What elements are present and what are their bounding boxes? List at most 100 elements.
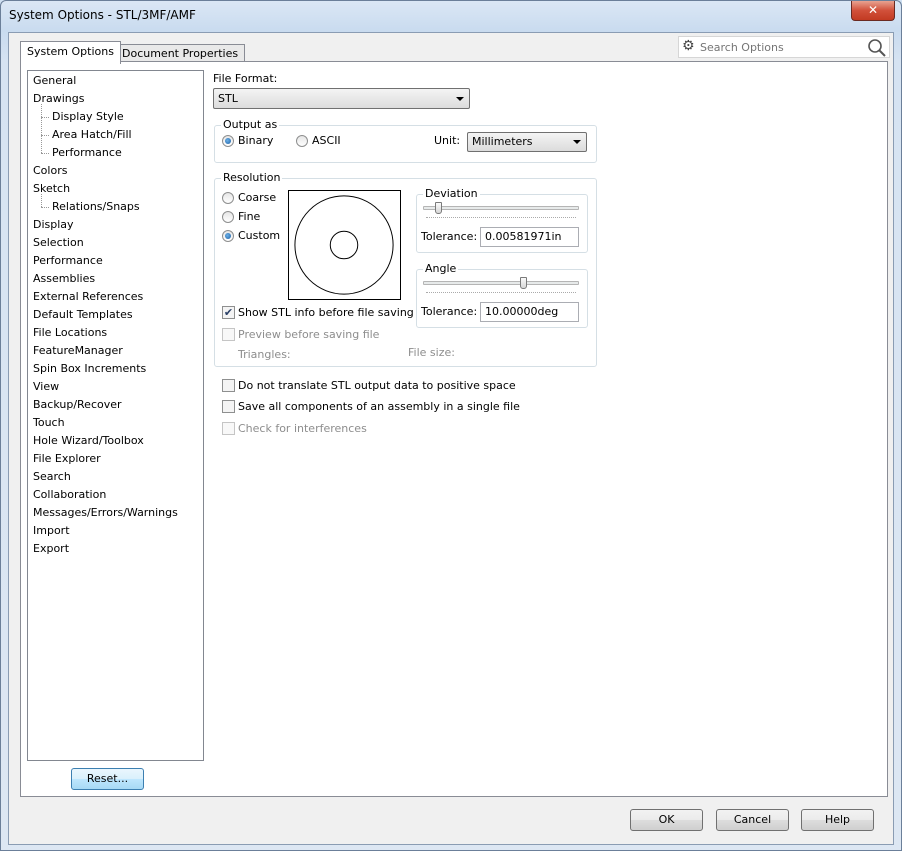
system-options-panel: General Drawings Display Style Area Hatch/F…: [20, 61, 888, 797]
tree-item-messages-errors-warnings[interactable]: Messages/Errors/Warnings: [33, 504, 178, 522]
save-all-components-checkbox[interactable]: [222, 400, 235, 413]
tree-item-view[interactable]: View: [33, 378, 59, 396]
tree-item-file-explorer[interactable]: File Explorer: [33, 450, 101, 468]
tree-item-export[interactable]: Export: [33, 540, 69, 558]
window-title: System Options - STL/3MF/AMF: [9, 8, 196, 22]
deviation-group: Deviation Tolerance: 0.00581971in: [416, 187, 588, 253]
search-input[interactable]: [698, 39, 863, 55]
tree-item-sketch[interactable]: Sketch: [33, 180, 70, 198]
deviation-slider-thumb[interactable]: [434, 202, 442, 214]
tree-connector: [41, 207, 49, 208]
coarse-label[interactable]: Coarse: [238, 191, 276, 204]
deviation-tolerance-input[interactable]: 0.00581971in: [480, 227, 579, 247]
tab-document-properties[interactable]: Document Properties: [115, 44, 246, 62]
preview-before-saving-label[interactable]: Preview before saving file: [238, 328, 379, 341]
tree-item-external-references[interactable]: External References: [33, 288, 143, 306]
help-button[interactable]: Help: [801, 809, 874, 831]
deviation-slider-ticks: [426, 217, 576, 220]
tree-item-file-locations[interactable]: File Locations: [33, 324, 107, 342]
tree-item-hole-wizard-toolbox[interactable]: Hole Wizard/Toolbox: [33, 432, 144, 450]
tree-item-area-hatch-fill[interactable]: Area Hatch/Fill: [52, 126, 132, 144]
no-translate-label[interactable]: Do not translate STL output data to posi…: [238, 379, 516, 392]
search-options-box[interactable]: ⚙: [678, 36, 890, 58]
binary-radio[interactable]: [222, 135, 234, 147]
tree-connector: [41, 153, 49, 154]
ok-button[interactable]: OK: [630, 809, 703, 831]
angle-slider-ticks: [426, 292, 576, 295]
magnifier-icon[interactable]: [867, 38, 887, 57]
system-options-window: System Options - STL/3MF/AMF ✕ System Op…: [0, 0, 902, 851]
tree-item-selection[interactable]: Selection: [33, 234, 84, 252]
gear-icon[interactable]: ⚙: [682, 38, 695, 54]
deviation-slider-track[interactable]: [423, 206, 579, 210]
cancel-button[interactable]: Cancel: [716, 809, 789, 831]
resolution-group: Resolution Coarse Fine Custom Deviation: [214, 171, 597, 367]
check-interferences-label[interactable]: Check for interferences: [238, 422, 367, 435]
tab-label: System Options: [27, 45, 114, 58]
stl-preview-image: [288, 190, 401, 300]
deviation-tolerance-label: Tolerance:: [421, 230, 478, 243]
angle-title: Angle: [423, 262, 459, 275]
chevron-down-icon: [573, 140, 581, 144]
angle-slider-thumb[interactable]: [519, 277, 527, 289]
file-format-label: File Format:: [213, 72, 278, 85]
binary-label[interactable]: Binary: [238, 134, 273, 147]
tree-item-relations-snaps[interactable]: Relations/Snaps: [52, 198, 140, 216]
options-tree[interactable]: General Drawings Display Style Area Hatch/F…: [27, 70, 204, 761]
fine-label[interactable]: Fine: [238, 210, 260, 223]
tree-item-backup-recover[interactable]: Backup/Recover: [33, 396, 122, 414]
tree-item-import[interactable]: Import: [33, 522, 70, 540]
no-translate-checkbox[interactable]: [222, 379, 235, 392]
tree-connector: [41, 135, 49, 136]
tree-item-search[interactable]: Search: [33, 468, 71, 486]
save-all-components-label[interactable]: Save all components of an assembly in a …: [238, 400, 520, 413]
checkmark-icon: ✔: [223, 306, 234, 319]
title-bar[interactable]: System Options - STL/3MF/AMF ✕: [1, 1, 901, 31]
deviation-title: Deviation: [423, 187, 480, 200]
tree-connector: [41, 117, 49, 118]
tree-item-general[interactable]: General: [33, 72, 76, 90]
tree-item-spin-box-increments[interactable]: Spin Box Increments: [33, 360, 146, 378]
tree-item-display[interactable]: Display: [33, 216, 74, 234]
file-size-label: File size:: [408, 346, 455, 359]
tree-item-performance[interactable]: Performance: [33, 252, 103, 270]
triangles-label: Triangles:: [238, 348, 291, 361]
tree-item-colors[interactable]: Colors: [33, 162, 67, 180]
show-stl-info-label[interactable]: Show STL info before file saving: [238, 306, 414, 319]
unit-dropdown[interactable]: Millimeters: [467, 132, 587, 152]
ascii-radio[interactable]: [296, 135, 308, 147]
custom-label[interactable]: Custom: [238, 229, 280, 242]
unit-label: Unit:: [434, 134, 461, 147]
tree-item-performance[interactable]: Performance: [52, 144, 122, 162]
tree-item-default-templates[interactable]: Default Templates: [33, 306, 133, 324]
tree-connector: [41, 194, 42, 207]
ascii-label[interactable]: ASCII: [312, 134, 341, 147]
close-button[interactable]: ✕: [851, 1, 895, 21]
angle-tolerance-input[interactable]: 10.00000deg: [480, 302, 579, 322]
angle-group: Angle Tolerance: 10.00000deg: [416, 262, 588, 328]
check-interferences-checkbox[interactable]: [222, 422, 235, 435]
chevron-down-icon: [456, 97, 464, 101]
preview-before-saving-checkbox[interactable]: [222, 328, 235, 341]
tree-item-assemblies[interactable]: Assemblies: [33, 270, 95, 288]
reset-button[interactable]: Reset...: [71, 768, 144, 790]
resolution-title: Resolution: [221, 171, 283, 184]
close-icon: ✕: [867, 3, 879, 17]
unit-value: Millimeters: [472, 135, 533, 148]
tree-item-featuremanager[interactable]: FeatureManager: [33, 342, 123, 360]
tab-label: Document Properties: [122, 47, 239, 60]
coarse-radio[interactable]: [222, 192, 234, 204]
tree-item-collaboration[interactable]: Collaboration: [33, 486, 106, 504]
output-as-title: Output as: [221, 118, 280, 131]
dialog-client-area: System Options Document Properties ⚙ Gen…: [8, 32, 894, 845]
angle-slider-track[interactable]: [423, 281, 579, 285]
custom-radio[interactable]: [222, 230, 234, 242]
fine-radio[interactable]: [222, 211, 234, 223]
tree-item-touch[interactable]: Touch: [33, 414, 65, 432]
show-stl-info-checkbox[interactable]: ✔: [222, 306, 235, 319]
tree-item-display-style[interactable]: Display Style: [52, 108, 124, 126]
file-format-dropdown[interactable]: STL: [213, 88, 470, 109]
tab-system-options[interactable]: System Options: [20, 41, 121, 64]
angle-tolerance-label: Tolerance:: [421, 305, 478, 318]
output-as-group: Output as Binary ASCII Unit: Millimeters: [214, 118, 597, 163]
